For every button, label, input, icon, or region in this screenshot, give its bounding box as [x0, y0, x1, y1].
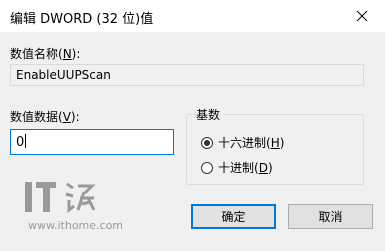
radio-hexadecimal[interactable]: 十六进制(H) — [201, 134, 284, 151]
window-title: 编辑 DWORD (32 位)值 — [10, 12, 154, 27]
value-name-label-text: 数值名称( — [10, 47, 63, 61]
radio-dec-mnemonic: D — [258, 160, 268, 175]
value-data-label-text: 数值数据( — [10, 110, 63, 124]
edit-dword-dialog: 编辑 DWORD (32 位)值 数值名称(N): EnableUUPScan … — [0, 0, 385, 251]
radio-hex-label: 十六进制( — [218, 136, 271, 150]
value-name-field: EnableUUPScan — [10, 64, 364, 86]
value-name-label-end: ): — [71, 47, 81, 61]
radio-hex-mnemonic: H — [270, 135, 280, 150]
close-button[interactable] — [339, 0, 385, 32]
radio-checked-icon[interactable] — [201, 136, 213, 149]
radio-hex-label-end: ) — [279, 135, 285, 150]
value-data-label: 数值数据(V): — [10, 108, 80, 125]
cancel-button[interactable]: 取消 — [288, 204, 373, 229]
value-data-input[interactable]: 0 — [10, 129, 174, 155]
radio-unchecked-icon[interactable] — [201, 161, 213, 174]
text-caret — [25, 134, 27, 148]
base-group-title: 基数 — [192, 106, 225, 123]
watermark-url: www.ithome.com — [28, 219, 124, 232]
radio-decimal[interactable]: 十进制(D) — [201, 159, 273, 176]
value-data-label-end: ): — [70, 110, 80, 124]
ok-button[interactable]: 确定 — [191, 204, 276, 229]
radio-dec-label-end: ) — [267, 160, 273, 175]
value-name-mnemonic: N — [62, 47, 72, 61]
title-bar: 编辑 DWORD (32 位)值 — [0, 0, 385, 32]
value-data-mnemonic: V — [62, 110, 71, 124]
radio-dec-label: 十进制( — [218, 161, 259, 175]
close-icon — [356, 10, 368, 22]
value-data-text: 0 — [16, 135, 25, 150]
value-name-label: 数值名称(N): — [10, 45, 80, 62]
